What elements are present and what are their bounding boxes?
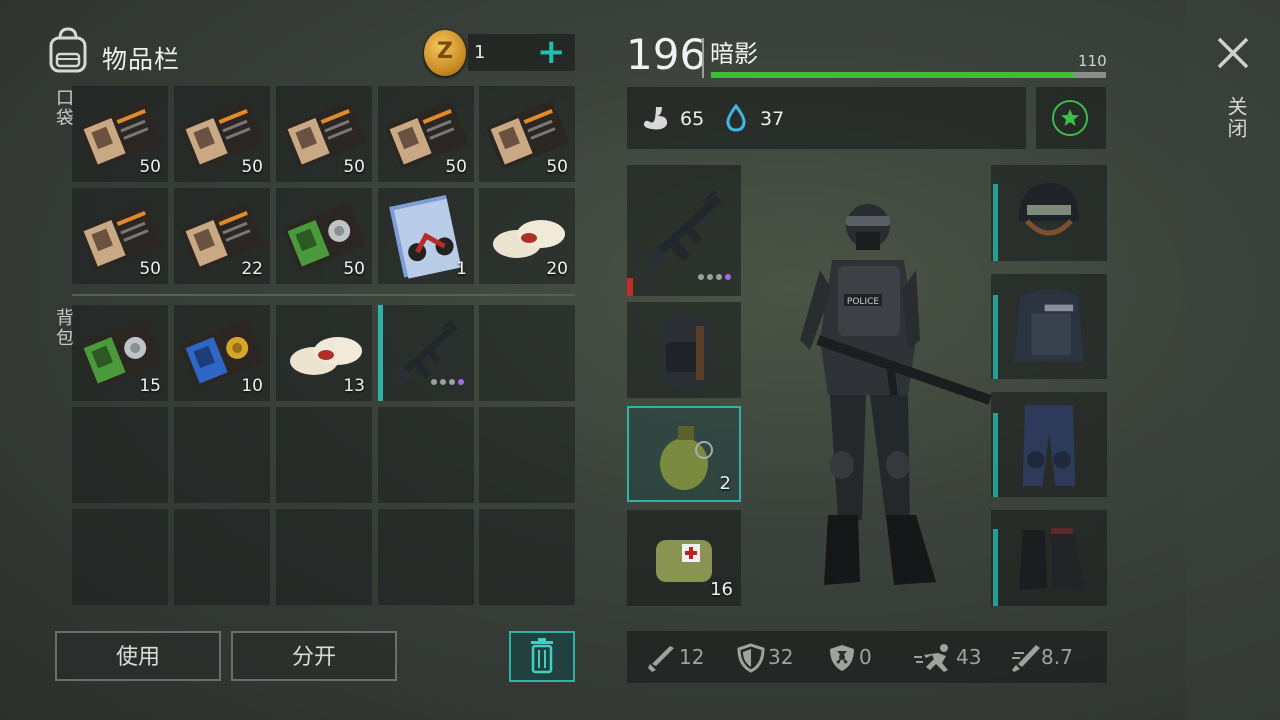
use-button[interactable]: 使用 [55,631,221,681]
pocket-slot[interactable]: 50 [174,86,270,182]
rarity-dots [428,370,464,389]
shield-icon [737,643,765,673]
armor-slot[interactable] [991,274,1107,379]
item-count: 50 [241,157,263,177]
empty-slot[interactable] [72,509,168,605]
backpack-slot[interactable]: 10 [174,305,270,401]
item-count: 1 [456,259,467,279]
add-coins-button[interactable]: + [537,35,566,69]
empty-slot[interactable] [72,407,168,503]
character-model: POLICE [800,204,992,585]
coin-icon: Z [424,30,466,76]
backpack-slot[interactable]: 13 [276,305,372,401]
pocket-slot[interactable]: 50 [378,86,474,182]
xp-bar-fill [711,72,1075,78]
durability-bar [378,305,383,401]
running-icon [914,644,948,672]
item-count: 50 [139,157,161,177]
equip-slot[interactable]: 16 [627,510,741,606]
armor-slot[interactable] [991,510,1107,606]
section-divider [72,294,575,296]
water-drop-icon [726,104,746,132]
equip-slot[interactable] [627,165,741,296]
item-count: 50 [445,157,467,177]
item-count: 50 [343,259,365,279]
split-button[interactable]: 分开 [231,631,397,681]
armor-slot[interactable] [991,165,1107,261]
close-label[interactable]: 关闭 [1222,96,1251,140]
pocket-slot[interactable]: 50 [276,86,372,182]
item-count: 16 [710,579,733,600]
backpack-icon [660,316,708,386]
police-vest-icon [1014,289,1084,362]
backpack-slot[interactable]: 15 [72,305,168,401]
backpack-icon [49,27,87,73]
gather-icon [1012,645,1040,672]
empty-slot[interactable] [174,509,270,605]
item-count: 2 [719,473,731,494]
empty-slot[interactable] [276,509,372,605]
durability-bar [627,278,633,296]
item-count: 20 [546,259,568,279]
rarity-dots [695,265,731,284]
empty-slot[interactable] [174,407,270,503]
player-name: 暗影 [710,40,758,68]
radiation-shield-icon [830,645,854,671]
armor-stat: 32 [768,645,794,669]
food-value: 65 [680,108,705,130]
item-count: 50 [546,157,568,177]
item-count: 50 [139,259,161,279]
level-separator [702,38,704,78]
xp-value: 110 [1078,52,1107,70]
attack-icon [648,646,674,672]
backpack-slot[interactable] [378,305,474,401]
pocket-slot[interactable]: 50 [72,86,168,182]
water-value: 37 [760,108,785,130]
empty-slot[interactable] [378,407,474,503]
delete-button[interactable] [509,631,575,682]
empty-slot[interactable] [378,509,474,605]
helmet-icon [1019,183,1079,236]
attack-stat: 12 [679,645,705,669]
speed-stat: 43 [956,645,982,669]
empty-slot[interactable] [479,305,575,401]
pocket-slot[interactable]: 20 [479,188,575,284]
pocket-slot[interactable]: 50 [276,188,372,284]
trash-icon [531,638,553,674]
empty-slot[interactable] [479,509,575,605]
item-count: 15 [139,376,161,396]
pocket-slot[interactable]: 22 [174,188,270,284]
item-count: 10 [241,376,263,396]
gather-stat: 8.7 [1041,645,1073,669]
close-icon[interactable] [1216,36,1250,70]
pocket-slot[interactable]: 50 [72,188,168,284]
equip-slot[interactable] [627,302,741,398]
pocket-slot[interactable]: 50 [479,86,575,182]
equip-slot[interactable]: 2 [627,406,741,502]
player-level: 196 [626,30,707,79]
item-count: 50 [343,157,365,177]
svg-text:POLICE: POLICE [847,297,879,307]
coin-count: 1 [474,42,486,63]
boots-icon [1019,528,1085,590]
empty-slot[interactable] [276,407,372,503]
radiation-stat: 0 [859,645,872,669]
empty-slot[interactable] [479,407,575,503]
item-count: 13 [343,376,365,396]
armor-slot[interactable] [991,392,1107,497]
item-count: 22 [241,259,263,279]
pants-icon [1022,405,1076,487]
pocket-slot[interactable]: 1 [378,188,474,284]
star-icon[interactable] [1052,100,1088,136]
inventory-title: 物品栏 [102,45,181,74]
stomach-icon [643,107,668,130]
